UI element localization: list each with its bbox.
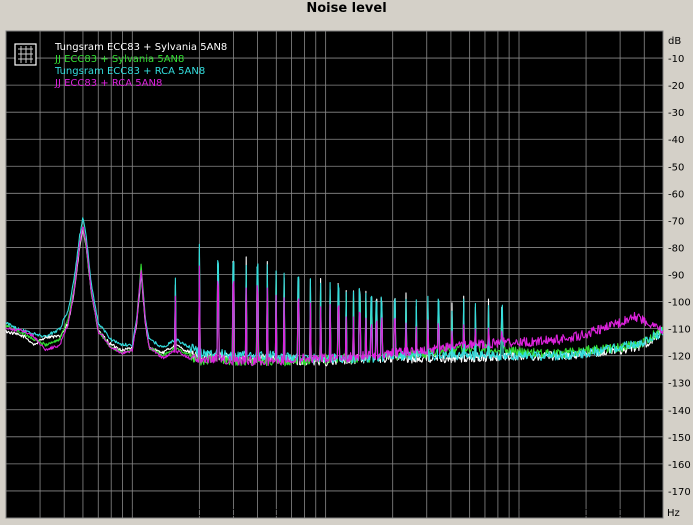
x-tick-label: 20K xyxy=(576,508,596,519)
y-tick-label: -130 xyxy=(668,379,691,390)
y-tick-label: -160 xyxy=(668,460,691,471)
y-tick-label: -80 xyxy=(668,243,684,254)
legend-entry-1: Tungsram ECC83 + Sylvania 5AN8 xyxy=(54,42,227,53)
x-tick-label: 100 xyxy=(132,508,151,519)
x-axis-label: Hz xyxy=(667,508,680,519)
y-tick-label: -150 xyxy=(668,433,691,444)
y-axis-label: dB xyxy=(668,36,681,47)
chart-svg: Tungsram ECC83 + Sylvania 5AN8JJ ECC83 +… xyxy=(5,30,691,519)
legend-entry-3: Tungsram ECC83 + RCA 5AN8 xyxy=(54,66,205,77)
x-tick-label: 5K xyxy=(463,508,476,519)
y-tick-label: -90 xyxy=(668,271,684,282)
x-tick-label: 30K xyxy=(610,508,630,519)
x-tick-label: 300 xyxy=(224,508,243,519)
y-tick-label: -170 xyxy=(668,487,691,498)
y-tick-label: -50 xyxy=(668,162,684,173)
x-tick-label: 500 xyxy=(267,508,286,519)
y-tick-label: -40 xyxy=(668,135,684,146)
y-tick-label: -100 xyxy=(668,298,691,309)
y-tick-label: -60 xyxy=(668,189,684,200)
legend-entry-2: JJ ECC83 + Sylvania 5AN8 xyxy=(54,54,184,65)
y-tick-label: -110 xyxy=(668,325,691,336)
y-tick-label: -70 xyxy=(668,216,684,227)
legend-entry-4: JJ ECC83 + RCA 5AN8 xyxy=(54,78,162,89)
y-tick-label: -120 xyxy=(668,352,691,363)
y-tick-label: -30 xyxy=(668,108,684,119)
x-tick-label: 10K xyxy=(518,508,538,519)
y-tick-label: -10 xyxy=(668,54,684,65)
chart: Noise level Tungsram ECC83 + Sylvania 5A… xyxy=(0,0,693,525)
x-tick-label: 30 xyxy=(34,508,47,519)
x-tick-label: 200 xyxy=(190,508,209,519)
x-tick-label: 1K xyxy=(328,508,341,519)
x-tick-label: 50 xyxy=(77,508,90,519)
y-tick-label: -140 xyxy=(668,406,691,417)
x-tick-label: 2K xyxy=(386,508,399,519)
y-tick-label: -20 xyxy=(668,81,684,92)
x-tick-label: 3K xyxy=(420,508,433,519)
